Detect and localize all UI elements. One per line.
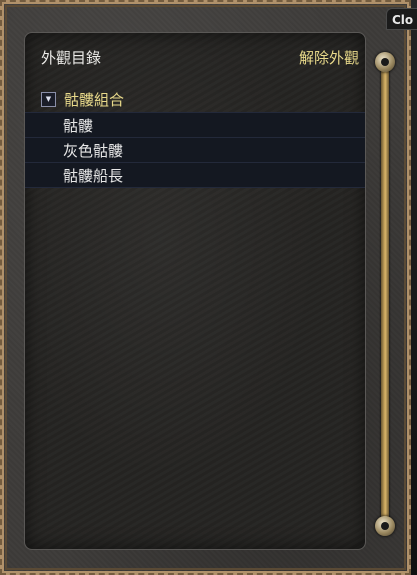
close-button[interactable]: Clo xyxy=(386,8,417,30)
catalog-panel: 外觀目錄 解除外觀 ▼ 骷髏組合 骷髏 灰色骷髏 骷髏船長 xyxy=(24,32,366,550)
unequip-appearance-button[interactable]: 解除外觀 xyxy=(299,47,359,68)
appearance-catalog-window: 外觀目錄 解除外觀 ▼ 骷髏組合 骷髏 灰色骷髏 骷髏船長 xyxy=(0,0,411,575)
list-item-label: 灰色骷髏 xyxy=(63,141,124,160)
group-label: 骷髏組合 xyxy=(64,91,125,109)
appearance-list: ▼ 骷髏組合 骷髏 灰色骷髏 骷髏船長 xyxy=(25,87,365,188)
group-row-skeleton-set[interactable]: ▼ 骷髏組合 xyxy=(25,87,365,112)
panel-title: 外觀目錄 xyxy=(41,49,102,67)
scroll-up-knob-icon[interactable] xyxy=(375,52,395,72)
scroll-down-knob-icon[interactable] xyxy=(375,516,395,536)
list-item[interactable]: 骷髏船長 xyxy=(25,162,365,188)
list-item-label: 骷髏 xyxy=(63,116,94,135)
scrollbar[interactable] xyxy=(374,48,396,538)
background-edge xyxy=(411,30,417,575)
list-item-label: 骷髏船長 xyxy=(63,166,124,185)
list-item[interactable]: 骷髏 xyxy=(25,112,365,137)
collapse-toggle-icon[interactable]: ▼ xyxy=(41,92,56,107)
scrollbar-track[interactable] xyxy=(381,66,389,520)
list-item[interactable]: 灰色骷髏 xyxy=(25,137,365,162)
